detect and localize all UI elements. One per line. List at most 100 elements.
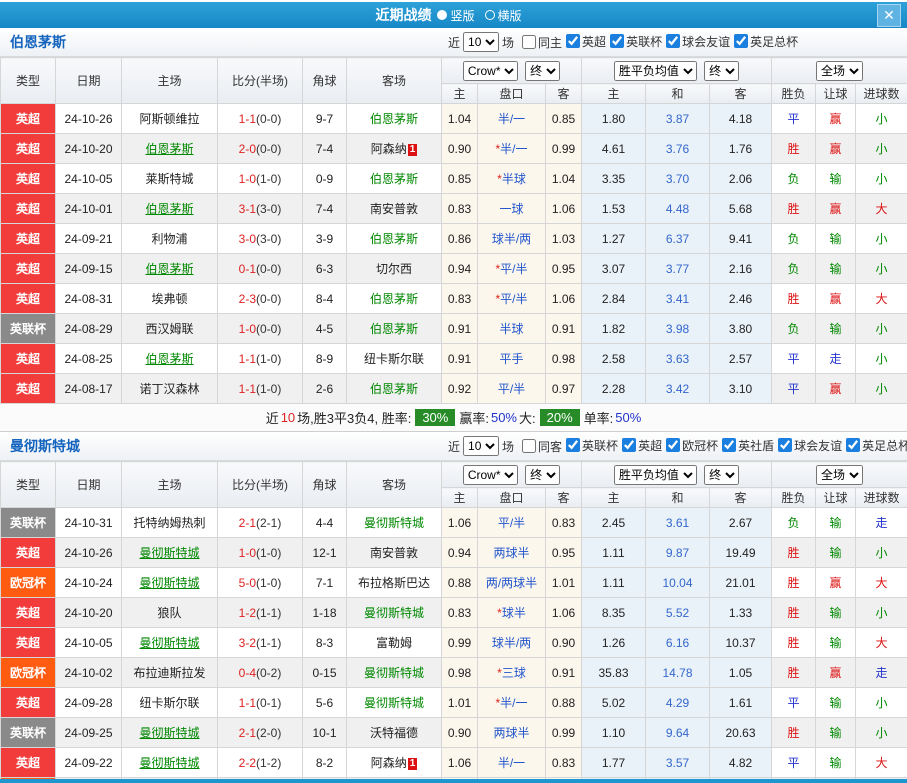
team-link[interactable]: 托特纳姆热刺 bbox=[133, 516, 205, 530]
recent-count-select[interactable]: 10 bbox=[463, 32, 499, 52]
handicap-away-odds: 0.95 bbox=[546, 538, 582, 568]
team-link[interactable]: 曼彻斯特城 bbox=[139, 546, 199, 560]
odds-avg-select[interactable]: 胜平负均值 bbox=[614, 465, 697, 485]
league-checkbox[interactable] bbox=[846, 438, 860, 452]
same-side-filter[interactable]: 同客 bbox=[518, 438, 562, 455]
match-row: 欧冠杯24-10-24曼彻斯特城5-0(1-0)7-1布拉格斯巴达0.88两/两… bbox=[1, 568, 907, 598]
radio-unselected-icon[interactable] bbox=[485, 10, 495, 20]
odds-state-select[interactable]: 终 bbox=[704, 465, 739, 485]
team-link[interactable]: 伯恩茅斯 bbox=[145, 202, 193, 216]
team-link[interactable]: 曼彻斯特城 bbox=[139, 756, 199, 770]
team-link[interactable]: 利物浦 bbox=[151, 232, 187, 246]
league-checkbox[interactable] bbox=[610, 34, 624, 48]
league-filter[interactable]: 英联杯 bbox=[562, 437, 618, 454]
team-link[interactable]: 埃弗顿 bbox=[151, 292, 187, 306]
odds-away: 20.63 bbox=[710, 718, 772, 748]
team-link[interactable]: 南安普敦 bbox=[370, 202, 418, 216]
radio-selected-icon[interactable] bbox=[437, 10, 447, 20]
league-checkbox[interactable] bbox=[622, 438, 636, 452]
scope-select[interactable]: 全场 bbox=[816, 465, 863, 485]
odds-home: 2.58 bbox=[582, 344, 646, 374]
league-filter[interactable]: 英超 bbox=[562, 33, 606, 50]
close-icon[interactable]: ✕ bbox=[877, 4, 901, 27]
goals-result-cell: 小 bbox=[856, 344, 907, 374]
league-checkbox[interactable] bbox=[566, 34, 580, 48]
odds-state-select[interactable]: 终 bbox=[704, 61, 739, 81]
league-checkbox[interactable] bbox=[734, 34, 748, 48]
odds-avg-select[interactable]: 胜平负均值 bbox=[614, 61, 697, 81]
league-checkbox[interactable] bbox=[566, 438, 580, 452]
same-side-filter[interactable]: 同主 bbox=[518, 34, 562, 51]
team-link[interactable]: 莱斯特城 bbox=[145, 172, 193, 186]
handicap-state-select[interactable]: 终 bbox=[525, 61, 560, 81]
team-link[interactable]: 阿森纳 bbox=[371, 142, 407, 156]
league-filter[interactable]: 球会友谊 bbox=[662, 33, 730, 50]
handicap-away-odds: 1.03 bbox=[546, 224, 582, 254]
league-filter[interactable]: 英社盾 bbox=[718, 437, 774, 454]
league-checkbox[interactable] bbox=[666, 34, 680, 48]
league-label: 英超 bbox=[638, 437, 662, 454]
handicap-text: 平/半 bbox=[500, 262, 527, 276]
team-link[interactable]: 纽卡斯尔联 bbox=[139, 696, 199, 710]
team-link[interactable]: 曼彻斯特城 bbox=[139, 636, 199, 650]
team-link[interactable]: 沃特福德 bbox=[370, 726, 418, 740]
team-link[interactable]: 布拉迪斯拉发 bbox=[133, 666, 205, 680]
team-link[interactable]: 伯恩茅斯 bbox=[370, 322, 418, 336]
summary-segment: 20% bbox=[540, 409, 580, 426]
bookmaker-select[interactable]: Crow* bbox=[463, 465, 518, 485]
team-link[interactable]: 曼彻斯特城 bbox=[364, 666, 424, 680]
league-checkbox[interactable] bbox=[722, 438, 736, 452]
team-link[interactable]: 纽卡斯尔联 bbox=[364, 352, 424, 366]
same-side-checkbox[interactable] bbox=[522, 439, 536, 453]
layout-radio-horizontal[interactable]: 横版 bbox=[485, 7, 522, 24]
score: 3-1(3-0) bbox=[218, 194, 303, 224]
layout-radio-vertical[interactable]: 竖版 bbox=[437, 7, 474, 24]
team-link[interactable]: 阿斯顿维拉 bbox=[139, 112, 199, 126]
team-link[interactable]: 切尔西 bbox=[376, 262, 412, 276]
team-link[interactable]: 伯恩茅斯 bbox=[370, 112, 418, 126]
handicap-home-odds: 0.88 bbox=[442, 568, 478, 598]
team-link[interactable]: 伯恩茅斯 bbox=[145, 352, 193, 366]
team-link[interactable]: 诺丁汉森林 bbox=[139, 382, 199, 396]
team-link[interactable]: 伯恩茅斯 bbox=[370, 232, 418, 246]
recent-count-select[interactable]: 10 bbox=[463, 436, 499, 456]
team-link[interactable]: 曼彻斯特城 bbox=[364, 606, 424, 620]
odds-away: 3.10 bbox=[710, 374, 772, 404]
team-link[interactable]: 阿森纳 bbox=[371, 756, 407, 770]
same-side-checkbox[interactable] bbox=[522, 35, 536, 49]
league-filter[interactable]: 欧冠杯 bbox=[662, 437, 718, 454]
handicap-line: *半/一 bbox=[478, 688, 546, 718]
team-link[interactable]: 布拉格斯巴达 bbox=[358, 576, 430, 590]
scope-select[interactable]: 全场 bbox=[816, 61, 863, 81]
handicap-state-select[interactable]: 终 bbox=[525, 465, 560, 485]
team-link[interactable]: 曼彻斯特城 bbox=[139, 576, 199, 590]
league-filter[interactable]: 英足总杯 bbox=[730, 33, 798, 50]
league-filter[interactable]: 球会友谊 bbox=[774, 437, 842, 454]
team-link[interactable]: 曼彻斯特城 bbox=[139, 726, 199, 740]
away-team: 阿森纳1 bbox=[347, 748, 442, 778]
league-filter[interactable]: 英超 bbox=[618, 437, 662, 454]
summary-segment: 单率: bbox=[584, 408, 614, 427]
team-link[interactable]: 狼队 bbox=[157, 606, 181, 620]
team-link[interactable]: 伯恩茅斯 bbox=[145, 262, 193, 276]
bookmaker-select[interactable]: Crow* bbox=[463, 61, 518, 81]
near-label: 近 bbox=[448, 34, 460, 51]
team-link[interactable]: 伯恩茅斯 bbox=[370, 292, 418, 306]
team-link[interactable]: 伯恩茅斯 bbox=[145, 142, 193, 156]
odds-away: 1.05 bbox=[710, 658, 772, 688]
league-checkbox[interactable] bbox=[778, 438, 792, 452]
team-link[interactable]: 富勒姆 bbox=[376, 636, 412, 650]
league-checkbox[interactable] bbox=[666, 438, 680, 452]
league-filter[interactable]: 英足总杯 bbox=[842, 437, 907, 454]
league-label: 英足总杯 bbox=[862, 437, 907, 454]
league-filter[interactable]: 英联杯 bbox=[606, 33, 662, 50]
team-link[interactable]: 西汉姆联 bbox=[145, 322, 193, 336]
match-date: 24-09-22 bbox=[56, 748, 122, 778]
team-link[interactable]: 曼彻斯特城 bbox=[364, 516, 424, 530]
team-link[interactable]: 曼彻斯特城 bbox=[364, 696, 424, 710]
match-row: 英联杯24-09-25曼彻斯特城2-1(2-0)10-1沃特福德0.90两球半0… bbox=[1, 718, 907, 748]
team-link[interactable]: 伯恩茅斯 bbox=[370, 172, 418, 186]
result-cell: 平 bbox=[772, 748, 816, 778]
team-link[interactable]: 南安普敦 bbox=[370, 546, 418, 560]
team-link[interactable]: 伯恩茅斯 bbox=[370, 382, 418, 396]
